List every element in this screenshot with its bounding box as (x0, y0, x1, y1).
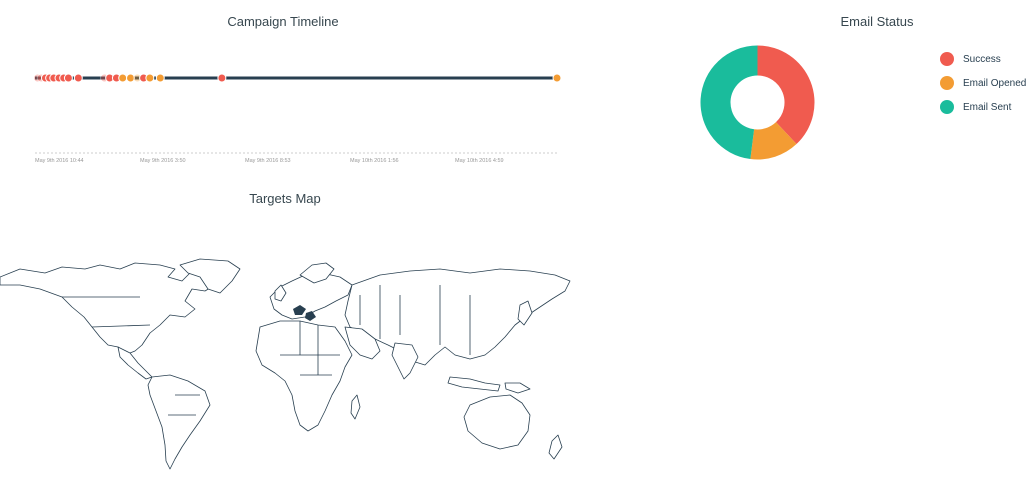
donut-slice-sent[interactable] (700, 45, 758, 160)
timeline-event-8[interactable] (73, 73, 83, 83)
email-status-donut (695, 40, 820, 165)
timeline-tick-label-4: May 10th 2016 4:59 (455, 158, 504, 164)
timeline-event-19[interactable] (552, 73, 562, 83)
india-shape (391, 342, 419, 380)
timeline-event-12[interactable] (118, 73, 128, 83)
africa-shape (255, 320, 353, 432)
legend-item-success[interactable]: Success (940, 47, 1030, 71)
timeline-tick-label-1: May 9th 2016 3:50 (140, 158, 186, 164)
new-zealand-shape (548, 434, 563, 460)
north-america-shape (0, 262, 216, 356)
central-america-shape (117, 346, 153, 380)
timeline-event-18[interactable] (217, 73, 227, 83)
legend-label: Email Sent (963, 101, 1012, 113)
legend-dot-opened (940, 76, 954, 90)
email-status-legend: Success Email Opened Email Sent (940, 47, 1030, 119)
donut-svg (700, 45, 815, 160)
australia-shape (463, 394, 531, 450)
legend-label: Email Opened (963, 77, 1027, 89)
madagascar-shape (350, 394, 361, 420)
timeline-tick-label-0: May 9th 2016 10:44 (35, 158, 84, 164)
timeline-tick-label-2: May 9th 2016 8:53 (245, 158, 291, 164)
timeline-event-17[interactable] (155, 73, 165, 83)
campaign-timeline-chart: May 9th 2016 10:44 May 9th 2016 3:50 May 9… (30, 60, 562, 170)
legend-dot-sent (940, 100, 954, 114)
legend-label: Success (963, 53, 1001, 65)
legend-item-opened[interactable]: Email Opened (940, 71, 1030, 95)
timeline-svg: May 9th 2016 10:44 May 9th 2016 3:50 May 9… (33, 73, 562, 164)
timeline-tick-label-3: May 10th 2016 1:56 (350, 158, 399, 164)
timeline-title: Campaign Timeline (227, 14, 339, 29)
targets-map-title: Targets Map (249, 191, 321, 206)
targets-map[interactable] (0, 255, 575, 475)
legend-dot-success (940, 52, 954, 66)
email-status-title: Email Status (840, 14, 914, 29)
new-guinea-shape (504, 382, 531, 394)
timeline-event-7[interactable] (63, 73, 73, 83)
legend-item-sent[interactable]: Email Sent (940, 95, 1030, 119)
south-america-shape (147, 374, 211, 470)
timeline-event-16[interactable] (145, 73, 155, 83)
world-map-svg (0, 258, 571, 470)
indonesia-shape (447, 376, 501, 392)
